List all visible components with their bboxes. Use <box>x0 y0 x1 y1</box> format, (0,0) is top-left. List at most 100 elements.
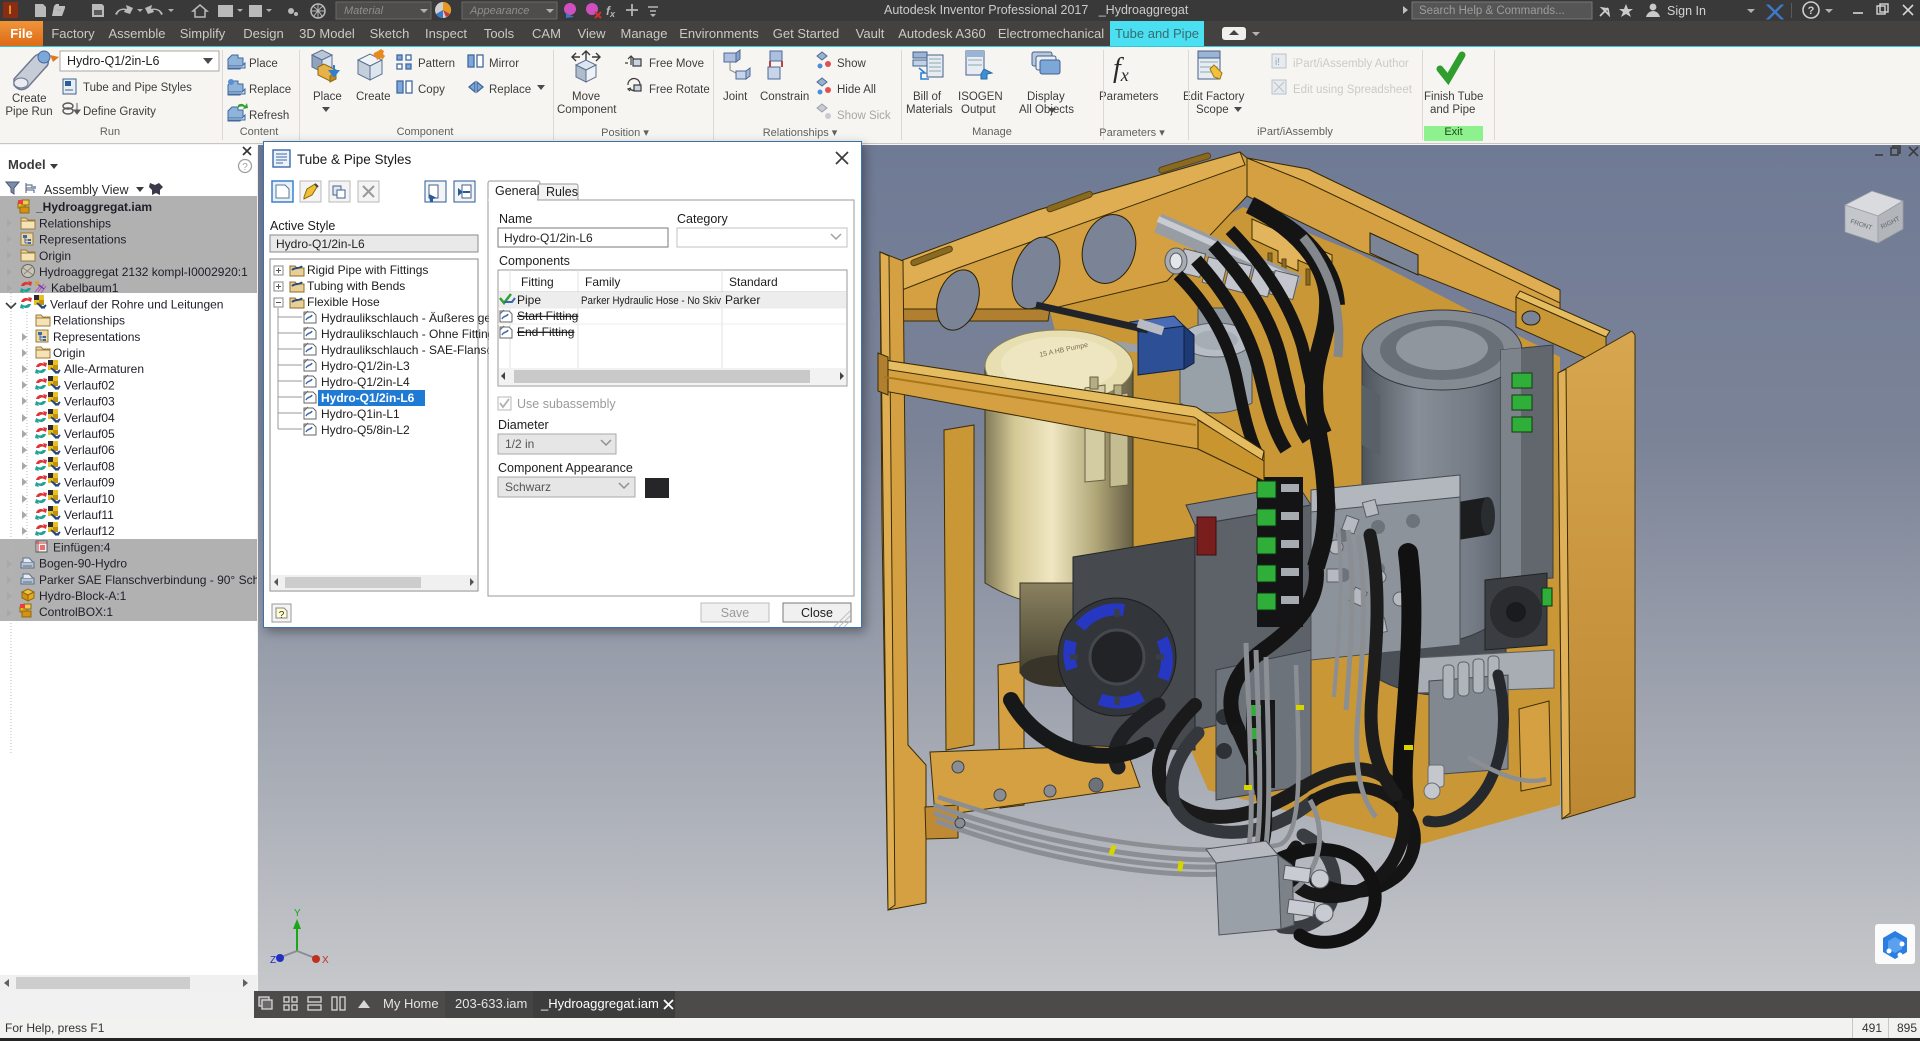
svg-text:Representations: Representations <box>53 330 140 344</box>
svg-text:Pipe: Pipe <box>517 293 541 307</box>
svg-text:Hydro-Q1/2in-L6: Hydro-Q1/2in-L6 <box>67 54 159 68</box>
svg-text:Copy: Copy <box>418 84 445 96</box>
svg-text:Alle-Armaturen: Alle-Armaturen <box>64 362 144 376</box>
svg-text:Rules: Rules <box>546 185 578 199</box>
svg-text:Hydro-Q1/2in-L4: Hydro-Q1/2in-L4 <box>321 375 410 389</box>
svg-text:Parker SAE Flanschverbindung -: Parker SAE Flanschverbindung - 90° Schen… <box>39 573 257 587</box>
svg-text:Y: Y <box>294 908 301 919</box>
svg-text:Replace: Replace <box>489 84 531 96</box>
svg-text:?: ? <box>1808 5 1815 17</box>
svg-text:Parker Hydraulic Hose - No Ski: Parker Hydraulic Hose - No Skiv <box>581 295 721 307</box>
svg-text:and Pipe: and Pipe <box>1430 104 1475 116</box>
svg-text:Place: Place <box>249 58 278 70</box>
svg-text:Show Sick: Show Sick <box>837 110 891 122</box>
svg-text:_Hydroaggregat.iam: _Hydroaggregat.iam <box>35 200 152 214</box>
svg-text:Verlauf der Rohre und Leitunge: Verlauf der Rohre und Leitungen <box>50 297 223 311</box>
svg-text:Move: Move <box>572 91 600 103</box>
svg-text:Refresh: Refresh <box>249 110 289 122</box>
svg-text:Origin: Origin <box>53 346 85 360</box>
svg-text:ControlBOX:1: ControlBOX:1 <box>39 605 113 619</box>
svg-text:X: X <box>322 955 329 966</box>
svg-text:Representations: Representations <box>39 233 126 247</box>
svg-text:Hide All: Hide All <box>837 84 876 96</box>
svg-text:Einfügen:4: Einfügen:4 <box>53 540 111 554</box>
svg-text:Flexible Hose: Flexible Hose <box>307 295 380 309</box>
svg-text:Material: Material <box>344 5 384 17</box>
svg-text:Tubing with Bends: Tubing with Bends <box>307 279 405 293</box>
svg-text:Family: Family <box>585 275 620 289</box>
svg-text:Verlauf05: Verlauf05 <box>64 427 115 441</box>
svg-text:Create: Create <box>356 91 391 103</box>
svg-text:Fitting: Fitting <box>521 275 554 289</box>
svg-text:General: General <box>495 184 539 198</box>
svg-text:Parameters: Parameters <box>1099 91 1159 103</box>
svg-text:Relationships: Relationships <box>39 216 111 230</box>
svg-text:Verlauf11: Verlauf11 <box>64 508 114 522</box>
svg-text:Parker: Parker <box>725 293 760 307</box>
svg-text:Free Rotate: Free Rotate <box>649 84 710 96</box>
svg-text:Hydro-Block-A:1: Hydro-Block-A:1 <box>39 589 127 603</box>
svg-text:Search Help & Commands...: Search Help & Commands... <box>1419 5 1565 17</box>
svg-text:fx: fx <box>1113 53 1129 85</box>
svg-text:iPart/iAssembly Author: iPart/iAssembly Author <box>1293 58 1409 70</box>
svg-text:Hydro-Q1/2in-L6: Hydro-Q1/2in-L6 <box>276 237 365 251</box>
svg-text:Hydroaggregat 2132 kompl-I0002: Hydroaggregat 2132 kompl-I0002920:1 <box>39 265 248 279</box>
svg-text:Hydro-Q1/2in-L6: Hydro-Q1/2in-L6 <box>504 231 593 245</box>
svg-text:Hydro-Q1in-L1: Hydro-Q1in-L1 <box>321 407 400 421</box>
svg-text:?: ? <box>279 610 285 621</box>
svg-text:Hydro-Q1/2in-L3: Hydro-Q1/2in-L3 <box>321 359 410 373</box>
svg-text:Hydraulikschlauch - Ohne Fitti: Hydraulikschlauch - Ohne Fittings <box>321 327 500 341</box>
svg-text:Component: Component <box>557 104 617 116</box>
svg-text:Hydro-Q1/2in-L6: Hydro-Q1/2in-L6 <box>321 391 415 405</box>
svg-text:Finish Tube: Finish Tube <box>1424 91 1483 103</box>
svg-text:Hydro-Q5/8in-L2: Hydro-Q5/8in-L2 <box>321 423 410 437</box>
svg-text:Place: Place <box>313 91 342 103</box>
svg-text:All Objects: All Objects <box>1019 104 1074 116</box>
svg-text:Close: Close <box>801 606 833 620</box>
svg-text:Edit Factory: Edit Factory <box>1183 91 1245 103</box>
svg-text:Joint: Joint <box>723 91 748 103</box>
svg-text:Bogen-90-Hydro: Bogen-90-Hydro <box>39 557 127 571</box>
svg-text:Active Style: Active Style <box>270 219 335 233</box>
svg-text:Schwarz: Schwarz <box>505 480 551 494</box>
svg-text:Tube and Pipe Styles: Tube and Pipe Styles <box>83 82 192 94</box>
svg-text:Mirror: Mirror <box>489 58 519 70</box>
svg-text:Name: Name <box>499 212 532 226</box>
svg-text:ISOGEN: ISOGEN <box>958 91 1003 103</box>
svg-text:Diameter: Diameter <box>498 418 549 432</box>
svg-text:Kabelbaum1: Kabelbaum1 <box>51 281 119 295</box>
svg-text:Materials: Materials <box>906 104 953 116</box>
svg-text:Hydraulikschlauch - Äußeres ge: Hydraulikschlauch - Äußeres gerad <box>321 311 508 325</box>
svg-text:Components: Components <box>499 254 570 268</box>
svg-text:Output: Output <box>961 104 996 116</box>
svg-text:Hydraulikschlauch - SAE-Flansc: Hydraulikschlauch - SAE-Flansch-V <box>321 343 511 357</box>
svg-text:Display: Display <box>1027 91 1065 103</box>
svg-text:Constrain: Constrain <box>760 91 809 103</box>
svg-text:Verlauf12: Verlauf12 <box>64 524 115 538</box>
svg-text:Verlauf02: Verlauf02 <box>64 378 115 392</box>
svg-text:Tube & Pipe Styles: Tube & Pipe Styles <box>297 152 412 167</box>
svg-text:Use subassembly: Use subassembly <box>517 397 616 411</box>
svg-text:1/2 in: 1/2 in <box>505 437 534 451</box>
svg-text:Verlauf03: Verlauf03 <box>64 395 115 409</box>
svg-text:Bill of: Bill of <box>913 91 942 103</box>
svg-text:Save: Save <box>721 606 750 620</box>
svg-text:?: ? <box>242 162 248 173</box>
svg-text:Relationships: Relationships <box>53 314 125 328</box>
svg-text:Verlauf06: Verlauf06 <box>64 443 115 457</box>
svg-text:Assembly View: Assembly View <box>44 183 129 197</box>
svg-text:Z: Z <box>270 955 276 966</box>
svg-text:i!: i! <box>1275 57 1280 68</box>
svg-text:End Fitting: End Fitting <box>517 325 574 339</box>
svg-text:Pattern: Pattern <box>418 58 455 70</box>
svg-text:Start Fitting: Start Fitting <box>517 309 578 323</box>
svg-text:Verlauf08: Verlauf08 <box>64 459 115 473</box>
svg-text:Verlauf10: Verlauf10 <box>64 492 115 506</box>
svg-text:Replace: Replace <box>249 84 291 96</box>
svg-text:Verlauf09: Verlauf09 <box>64 476 115 490</box>
svg-text:Verlauf04: Verlauf04 <box>64 411 115 425</box>
svg-text:Model: Model <box>8 157 46 172</box>
svg-text:Define Gravity: Define Gravity <box>83 106 156 118</box>
svg-text:Free Move: Free Move <box>649 58 704 70</box>
svg-text:Rigid Pipe with Fittings: Rigid Pipe with Fittings <box>307 263 428 277</box>
